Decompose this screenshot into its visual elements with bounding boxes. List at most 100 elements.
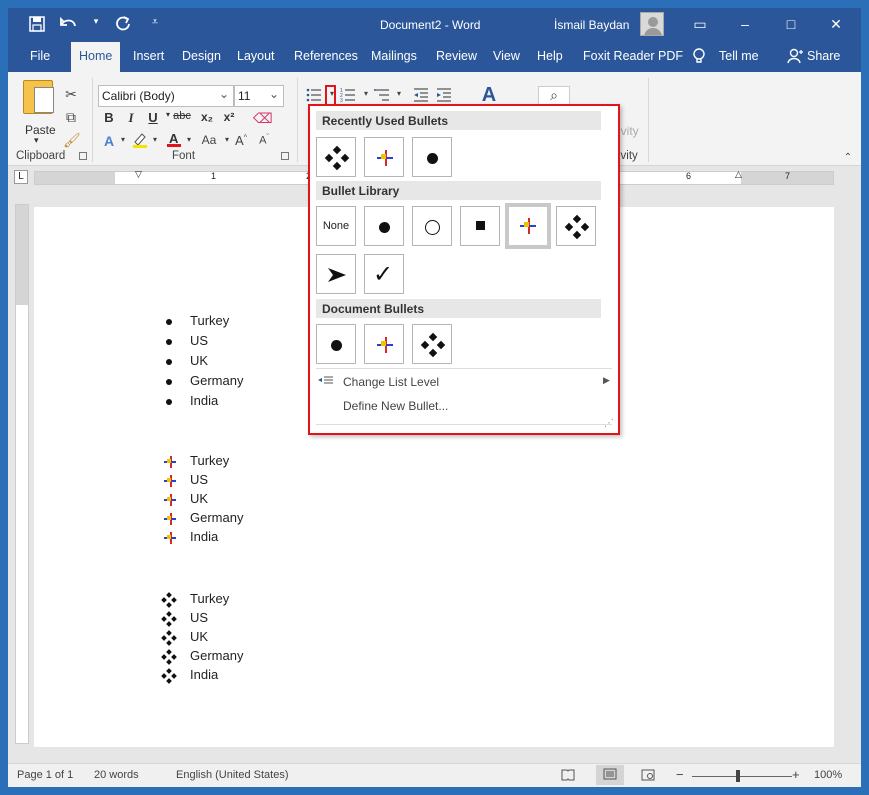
numbering-dropdown-icon[interactable]: ▾ [358,89,374,98]
document-title: Document2 - Word [380,18,481,32]
web-layout-icon[interactable] [641,769,655,784]
tell-me-box[interactable]: Tell me [719,49,759,63]
title-bar: ▾ ⩡ Document2 - Word İsmail Baydan ▭ – □… [8,8,861,42]
font-color-icon[interactable]: A [166,131,182,151]
bullet-option-color-pin[interactable] [364,324,404,364]
user-name[interactable]: İsmail Baydan [554,18,629,32]
tab-references[interactable]: References [294,49,358,63]
subscript-button[interactable]: x₂ [199,110,215,124]
font-name-combo[interactable]: Calibri (Body) ⌄ [98,85,234,107]
italic-button[interactable]: I [123,110,139,126]
resize-grip-icon[interactable]: ⋰ [604,418,614,429]
bullet-option-disc[interactable] [316,324,356,364]
bullet-option-diamond[interactable] [412,324,452,364]
bullets-dropdown-panel: Recently Used Bullets Bullet Library Non… [308,104,620,435]
tab-selector[interactable]: L [14,170,28,184]
chevron-down-icon[interactable]: ⌄ [269,87,279,101]
submenu-arrow-icon: ▶ [603,375,610,385]
bullets-dropdown-icon[interactable]: ▾ [324,89,340,98]
square-bullet-icon [476,221,485,230]
four-diamond-bullet-icon [161,649,177,665]
clipboard-launcher-icon[interactable] [79,152,87,160]
multilevel-dropdown-icon[interactable]: ▾ [391,89,407,98]
print-layout-icon[interactable] [596,765,624,785]
zoom-in-button[interactable]: + [792,767,800,782]
tab-mailings[interactable]: Mailings [371,49,417,63]
bullet-option-checkmark[interactable]: ✓ [364,254,404,294]
bullet-option-none[interactable]: None [316,206,356,246]
tab-insert[interactable]: Insert [133,49,164,63]
font-size-combo[interactable]: 11 ⌄ [234,85,284,107]
format-painter-icon[interactable]: 🖌 [63,132,81,149]
undo-icon[interactable] [60,16,78,36]
zoom-level[interactable]: 100% [814,769,842,781]
strikethrough-button[interactable]: abc [171,110,193,122]
user-avatar[interactable] [640,12,664,36]
menu-separator [316,368,612,369]
shrink-font-icon[interactable]: Aˇ [256,134,272,147]
clipboard-paste-icon[interactable] [23,80,54,114]
tab-layout[interactable]: Layout [237,49,275,63]
customize-qat-icon[interactable]: ⩡ [146,16,164,36]
superscript-button[interactable]: x² [221,110,237,124]
bullet-option-disc[interactable] [364,206,404,246]
color-pin-bullet-icon [520,218,536,234]
vertical-ruler[interactable] [15,204,29,744]
font-color-dropdown-icon[interactable]: ▾ [181,135,197,144]
highlight-dropdown-icon[interactable]: ▾ [147,135,163,144]
redo-icon[interactable] [114,16,132,36]
undo-dropdown-icon[interactable]: ▾ [92,16,100,36]
first-line-indent-marker[interactable]: ▽ [135,169,142,180]
tab-view[interactable]: View [493,49,520,63]
collapse-ribbon-icon[interactable]: ⌃ [840,152,856,163]
bullet-option-disc[interactable] [412,137,452,177]
change-list-level-menu-item[interactable]: Change List Level [343,375,439,389]
tab-help[interactable]: Help [537,49,563,63]
bullet-option-circle[interactable] [412,206,452,246]
share-button[interactable]: Share [807,49,840,63]
underline-button[interactable]: U [145,110,161,125]
bullet-option-arrow[interactable] [316,254,356,294]
change-case-icon[interactable]: Aa [201,133,217,147]
share-person-icon[interactable] [787,48,803,67]
bullet-option-square[interactable] [460,206,500,246]
cut-scissors-icon[interactable]: ✂ [63,86,79,103]
paste-dropdown-icon[interactable]: ▾ [34,135,39,146]
word-count[interactable]: 20 words [94,769,139,781]
tab-design[interactable]: Design [182,49,221,63]
read-mode-icon[interactable] [561,769,575,784]
maximize-button[interactable]: □ [781,14,801,34]
zoom-slider-track[interactable] [692,776,792,777]
minimize-button[interactable]: – [735,14,755,34]
tab-home[interactable]: Home [71,42,121,72]
text-effects-dropdown-icon[interactable]: ▾ [115,135,131,144]
disc-bullet-icon [427,153,438,164]
font-size-value: 11 [238,89,251,103]
close-button[interactable]: ✕ [826,14,846,34]
right-indent-marker[interactable]: △ [735,169,742,180]
save-icon[interactable] [28,16,46,36]
zoom-out-button[interactable]: − [676,767,684,782]
chevron-down-icon[interactable]: ⌄ [219,87,229,101]
clear-formatting-icon[interactable]: ⌫ [253,110,273,127]
zoom-slider-thumb[interactable] [736,770,740,782]
lightbulb-icon[interactable] [692,48,706,67]
page-count[interactable]: Page 1 of 1 [17,769,73,781]
bullet-option-color-pin-selected[interactable] [505,203,551,249]
font-launcher-icon[interactable] [281,152,289,160]
define-new-bullet-menu-item[interactable]: Define New Bullet... [343,399,448,413]
bold-button[interactable]: B [101,110,117,125]
ribbon-display-options-icon[interactable]: ▭ [690,14,710,34]
bullet-option-diamond[interactable] [316,137,356,177]
copy-icon[interactable]: ⧉ [63,109,79,126]
tab-review[interactable]: Review [436,49,477,63]
tab-file[interactable]: File [30,49,50,63]
bullet-option-color-pin[interactable] [364,137,404,177]
tab-foxit-reader-pdf[interactable]: Foxit Reader PDF [583,49,683,63]
bullet-option-diamond[interactable] [556,206,596,246]
paste-button[interactable]: Paste [25,123,56,137]
font-name-value: Calibri (Body) [102,89,175,103]
grow-font-icon[interactable]: A^ [233,133,249,148]
highlight-color-icon[interactable] [132,132,148,151]
language-indicator[interactable]: English (United States) [176,769,289,781]
